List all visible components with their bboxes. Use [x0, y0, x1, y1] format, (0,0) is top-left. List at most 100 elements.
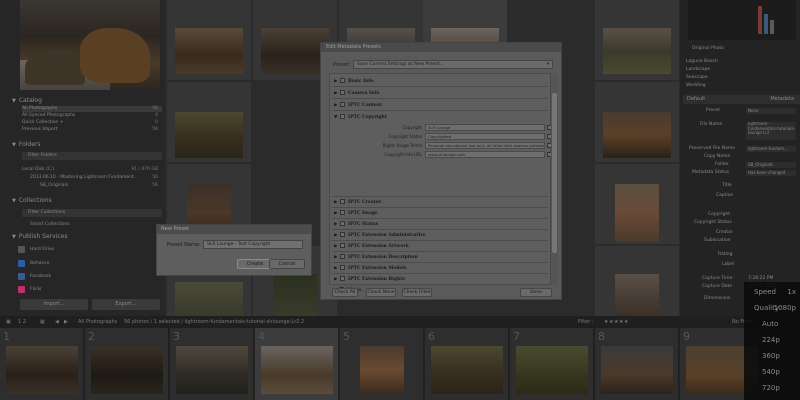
- catalog-header[interactable]: ▼ Catalog: [12, 96, 164, 105]
- quality-option-224p[interactable]: 224p: [744, 332, 800, 348]
- keyword-item[interactable]: Wedding: [686, 83, 706, 89]
- copyright-status-select[interactable]: Copyrighted: [425, 133, 545, 140]
- check-all-button[interactable]: Check All: [332, 288, 358, 297]
- section-iptc-content[interactable]: ▶ IPTC Content: [334, 101, 382, 110]
- filmstrip-cell[interactable]: 2: [85, 328, 169, 400]
- section-checkbox[interactable]: [340, 102, 345, 107]
- create-button[interactable]: Create: [237, 259, 273, 269]
- navigator-preview[interactable]: [20, 0, 160, 90]
- filmstrip-cell[interactable]: 1: [0, 328, 84, 400]
- section-iptc-ext-artwork[interactable]: ▶ IPTC Extension Artwork: [334, 242, 409, 251]
- grid-cell[interactable]: [595, 164, 679, 244]
- back-arrow-icon[interactable]: ◀: [55, 316, 59, 328]
- preset-select[interactable]: None: [746, 108, 796, 114]
- grid-cell[interactable]: [167, 82, 251, 162]
- page-indicator[interactable]: 1 2: [18, 316, 26, 328]
- quality-option-360p[interactable]: 360p: [744, 348, 800, 364]
- folder-item[interactable]: SB_Originals 56: [40, 183, 162, 189]
- section-checkbox[interactable]: [340, 78, 345, 83]
- collections-header[interactable]: ▼ Collections: [12, 196, 164, 205]
- filmstrip-cell[interactable]: 3: [170, 328, 254, 400]
- section-checkbox-checked[interactable]: [340, 114, 345, 119]
- section-iptc-status[interactable]: ▶ IPTC Status: [334, 220, 378, 229]
- quality-option-auto[interactable]: Auto: [744, 316, 800, 332]
- rating-filter-stars[interactable]: ★★★★★: [604, 316, 629, 328]
- section-iptc-image[interactable]: ▶ IPTC Image: [334, 209, 378, 218]
- filmstrip-cell[interactable]: 6: [425, 328, 509, 400]
- section-iptc-copyright[interactable]: ▼ IPTC Copyright: [334, 113, 387, 122]
- section-checkbox[interactable]: [340, 254, 345, 259]
- quality-option-720p[interactable]: 720p: [744, 380, 800, 396]
- drive-row[interactable]: Local Disk (C:) 91 / 476 GB: [22, 167, 162, 173]
- section-iptc-ext-models[interactable]: ▶ IPTC Extension Models: [334, 264, 407, 273]
- metadata-header[interactable]: Default Metadata: [683, 95, 800, 104]
- file-name-field[interactable]: lightroom-fundamentals-tutorials-lounge-…: [746, 122, 796, 140]
- section-checkbox[interactable]: [340, 276, 345, 281]
- preset-name-input[interactable]: SLR Lounge - Test Copyright: [203, 240, 303, 249]
- section-iptc-ext-rights[interactable]: ▶ IPTC Extension Rights: [334, 275, 405, 284]
- forward-arrow-icon[interactable]: ▶: [64, 316, 68, 328]
- hard-drive-icon: [18, 246, 25, 253]
- check-none-button[interactable]: Check None: [366, 288, 396, 297]
- publish-services-header[interactable]: ▼ Publish Services: [12, 232, 164, 241]
- cancel-button[interactable]: Cancel: [269, 259, 305, 269]
- filter-collections-input[interactable]: Filter Collections: [22, 209, 162, 217]
- catalog-item[interactable]: All Photographs 56: [22, 106, 162, 112]
- catalog-item[interactable]: All Synced Photographs 0: [22, 113, 162, 119]
- filmstrip-cell[interactable]: 5: [340, 328, 424, 400]
- section-basic-info[interactable]: ▶ Basic Info: [334, 77, 374, 86]
- filter-folders-input[interactable]: Filter Folders: [22, 152, 162, 160]
- histogram[interactable]: [688, 0, 796, 40]
- folder-field[interactable]: SB_Originals: [746, 162, 796, 168]
- copyright-url-input[interactable]: www.slrlounge.com: [425, 151, 545, 158]
- grid-view-icon[interactable]: ▦: [40, 316, 45, 328]
- publish-item[interactable]: Facebook: [30, 274, 162, 280]
- section-iptc-creator[interactable]: ▶ IPTC Creator: [334, 198, 381, 207]
- grid-cell[interactable]: [595, 246, 679, 316]
- keyword-item[interactable]: Seascape: [686, 75, 708, 81]
- rights-usage-input[interactable]: Personal educational use only, all other…: [425, 142, 545, 149]
- section-camera-info[interactable]: ▶ Camera Info: [334, 89, 379, 98]
- grid-cell[interactable]: [595, 0, 679, 80]
- preset-label: Preset:: [333, 62, 351, 68]
- filmstrip-cell-selected[interactable]: 4: [255, 328, 339, 400]
- collection-item[interactable]: Smart Collections: [30, 222, 162, 228]
- grid-cell[interactable]: [595, 82, 679, 162]
- section-checkbox[interactable]: [340, 232, 345, 237]
- copyright-input[interactable]: SLR Lounge: [425, 124, 545, 131]
- keyword-item[interactable]: Landscape: [686, 67, 710, 73]
- photo-thumbnail: [360, 346, 404, 394]
- dialog-scrollbar[interactable]: [551, 73, 558, 285]
- publish-item[interactable]: Hard Drive: [30, 247, 162, 253]
- triangle-down-icon: ▼: [12, 142, 16, 148]
- filmstrip-cell[interactable]: 8: [595, 328, 679, 400]
- keyword-item[interactable]: Laguna Beach: [686, 59, 718, 65]
- section-checkbox[interactable]: [340, 243, 345, 248]
- view-mode-icon[interactable]: ▣: [6, 316, 11, 328]
- section-checkbox[interactable]: [340, 90, 345, 95]
- section-iptc-ext-description[interactable]: ▶ IPTC Extension Description: [334, 253, 418, 262]
- video-settings-menu: Speed 1x Quality 1080p Auto 224p 360p 540p…: [744, 282, 800, 400]
- folders-header[interactable]: ▼ Folders: [12, 140, 164, 149]
- source-label[interactable]: All Photographs: [78, 316, 117, 328]
- speed-setting[interactable]: Speed 1x: [744, 284, 800, 300]
- section-checkbox[interactable]: [340, 210, 345, 215]
- export-button[interactable]: Export...: [92, 299, 160, 310]
- section-checkbox[interactable]: [340, 199, 345, 204]
- section-checkbox[interactable]: [340, 221, 345, 226]
- preset-dropdown[interactable]: Save Current Settings as New Preset... ▾: [353, 60, 553, 69]
- import-button[interactable]: Import...: [20, 299, 88, 310]
- catalog-item[interactable]: Quick Collection +0: [22, 120, 162, 126]
- grid-cell[interactable]: [167, 0, 251, 80]
- section-checkbox[interactable]: [340, 265, 345, 270]
- publish-item[interactable]: Behance: [30, 261, 162, 267]
- publish-item[interactable]: Flickr: [30, 287, 162, 293]
- quality-option-540p[interactable]: 540p: [744, 364, 800, 380]
- folder-item[interactable]: 2013.06.10 - Mastering Lightroom Fundame…: [30, 175, 162, 181]
- filmstrip-cell[interactable]: 7: [510, 328, 594, 400]
- quality-setting[interactable]: Quality 1080p: [744, 300, 800, 316]
- section-iptc-ext-admin[interactable]: ▶ IPTC Extension Administrative: [334, 231, 426, 240]
- done-button[interactable]: Done: [520, 288, 552, 297]
- check-filled-button[interactable]: Check Filled: [402, 288, 432, 297]
- catalog-item[interactable]: Previous Import 56: [22, 127, 162, 133]
